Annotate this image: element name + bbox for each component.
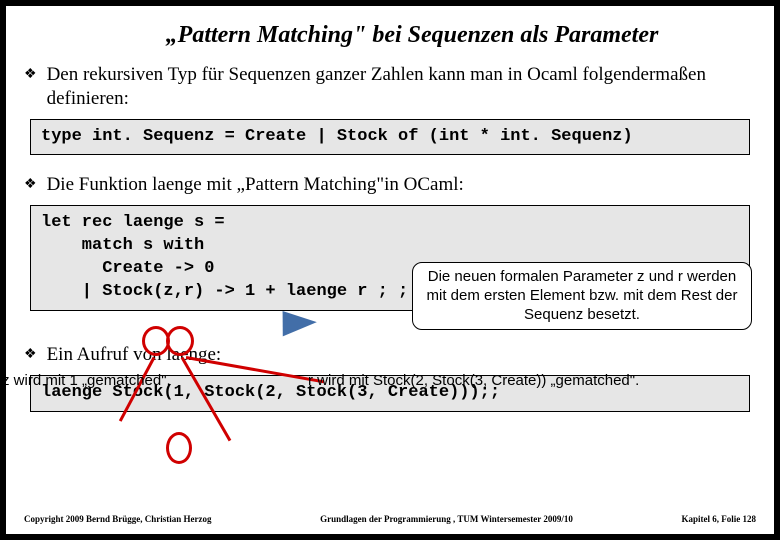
slide-title: „Pattern Matching" bei Sequenzen als Par…	[64, 22, 760, 49]
note-left: z wird mit 1 „gematched".	[2, 372, 171, 389]
callout-box: Die neuen formalen Parameter z und r wer…	[412, 262, 752, 330]
footer-left: Copyright 2009 Bernd Brügge, Christian H…	[24, 514, 212, 524]
bullet-1-text: Den rekursiven Typ für Sequenzen ganzer …	[47, 63, 756, 111]
bullet-2: ❖ Die Funktion laenge mit „Pattern Match…	[24, 173, 756, 197]
diamond-bullet-icon: ❖	[24, 173, 37, 197]
footer: Copyright 2009 Bernd Brügge, Christian H…	[24, 514, 756, 524]
note-right: r wird mit Stock(2, Stock(3, Create)) „g…	[308, 372, 639, 389]
bullet-2-text: Die Funktion laenge mit „Pattern Matchin…	[47, 173, 756, 197]
footer-right: Kapitel 6, Folie 128	[682, 514, 757, 524]
callout-pointer-icon	[275, 311, 317, 345]
diamond-bullet-icon: ❖	[24, 343, 37, 367]
highlight-ellipse-one	[166, 432, 192, 464]
diamond-bullet-icon: ❖	[24, 63, 37, 87]
bullet-1: ❖ Den rekursiven Typ für Sequenzen ganze…	[24, 63, 756, 111]
bullet-3-text: Ein Aufruf von laenge:	[47, 343, 756, 367]
bullet-3: ❖ Ein Aufruf von laenge:	[24, 343, 756, 367]
code-typedef: type int. Sequenz = Create | Stock of (i…	[30, 119, 750, 156]
footer-mid: Grundlagen der Programmierung , TUM Wint…	[212, 514, 682, 524]
slide: „Pattern Matching" bei Sequenzen als Par…	[6, 6, 774, 534]
